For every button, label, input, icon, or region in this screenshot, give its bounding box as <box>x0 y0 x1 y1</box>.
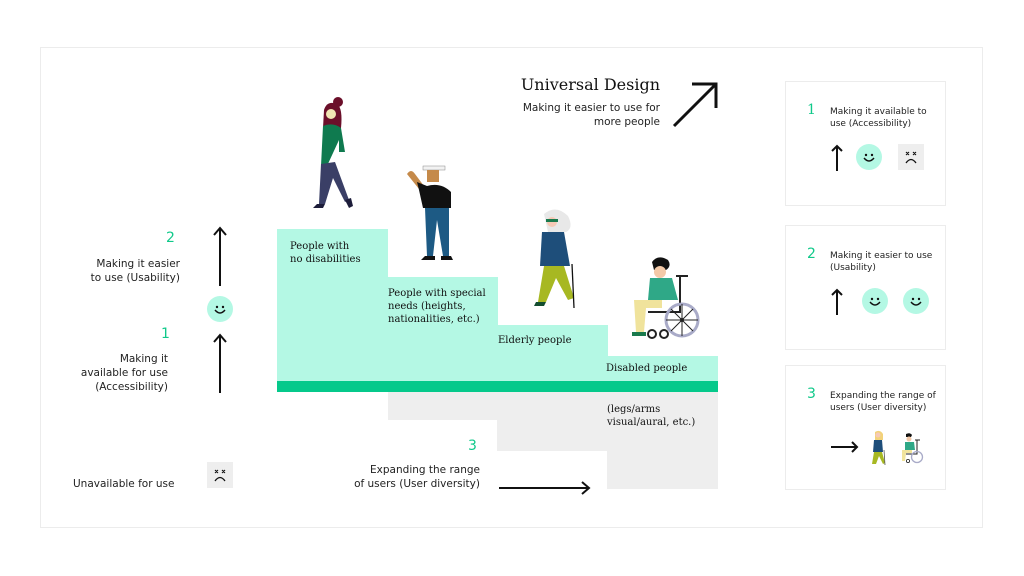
lower-note: (legs/arms visual/aural, etc.) <box>607 403 695 429</box>
level-1-line-2: available for use <box>80 367 168 379</box>
sad-face-icon <box>207 462 233 488</box>
elderly-woman-icon <box>872 430 886 466</box>
smiley-icon <box>862 288 888 314</box>
subtitle-line-1: Making it easier to use for <box>522 102 660 114</box>
wheelchair-user-icon <box>902 433 924 464</box>
diagram-title: Universal Design <box>520 75 660 94</box>
subtitle-line-2: more people <box>593 116 660 128</box>
sad-face-icon <box>898 144 924 170</box>
step-1-line-1: People with <box>290 241 350 252</box>
arrow-up-icon <box>831 288 843 315</box>
panel-2-line-1: Making it easier to use <box>830 251 933 261</box>
arrow-up-icon <box>831 144 843 171</box>
level-1-line-1: Making it <box>119 353 168 365</box>
step-2-line-2: needs (heights, <box>388 301 466 312</box>
step-2-line-3: nationalities, etc.) <box>388 314 480 325</box>
lower-note-line-2: visual/aural, etc.) <box>607 417 696 428</box>
step-3-label: Elderly people <box>498 335 572 346</box>
arrow-up-icon <box>213 333 227 393</box>
panel-3-line-1: Expanding the range of <box>830 391 936 401</box>
arrow-up-icon <box>213 226 227 286</box>
wheelchair-man-figure <box>632 257 700 339</box>
smiley-icon <box>207 296 233 322</box>
level-3-line-2: of users (User diversity) <box>354 478 480 490</box>
panel-1-number: 1 <box>807 102 816 118</box>
elderly-woman-figure <box>534 209 575 309</box>
panel-1-line-2: use (Accessibility) <box>830 119 912 129</box>
step-1-line-2: no disabilities <box>290 254 361 265</box>
lower-step-1 <box>388 392 498 420</box>
arrow-right-icon <box>831 441 859 453</box>
diagram-subtitle: Making it easier to use for more people <box>500 101 660 129</box>
walking-woman-figure <box>313 97 353 208</box>
arrow-up-right-icon <box>672 82 718 128</box>
level-2-line-2: to use (Usability) <box>90 272 180 284</box>
baseline-bar <box>277 381 718 392</box>
panel-3-number: 3 <box>807 386 816 402</box>
step-4-label: Disabled people <box>606 363 688 374</box>
side-panel-2: 2 Making it easier to use (Usability) <box>785 225 946 350</box>
lower-step-2 <box>497 392 608 451</box>
level-3-number: 3 <box>468 438 477 454</box>
level-2-number: 2 <box>166 230 175 246</box>
unavailable-label: Unavailable for use <box>73 478 175 490</box>
lower-note-line-1: (legs/arms <box>607 404 661 415</box>
level-1-line-3: (Accessibility) <box>95 381 168 393</box>
side-panel-3: 3 Expanding the range of users (User div… <box>785 365 946 490</box>
waving-man-figure <box>407 165 453 260</box>
panel-3-line-2: users (User diversity) <box>830 403 927 413</box>
smiley-icon <box>903 288 929 314</box>
side-panel-1: 1 Making it available to use (Accessibil… <box>785 81 946 206</box>
panel-2-label: Making it easier to use (Usability) <box>830 250 932 274</box>
arrow-right-icon <box>499 481 591 495</box>
level-3-line-1: Expanding the range <box>370 464 480 476</box>
panel-2-line-2: (Usability) <box>830 263 876 273</box>
step-2-line-1: People with special <box>388 288 486 299</box>
panel-3-label: Expanding the range of users (User diver… <box>830 390 936 414</box>
level-3-label: Expanding the range of users (User diver… <box>340 463 480 491</box>
level-1-label: Making it available for use (Accessibili… <box>60 352 168 394</box>
step-2-label: People with special needs (heights, nati… <box>388 287 486 326</box>
panel-1-label: Making it available to use (Accessibilit… <box>830 106 927 130</box>
level-1-number: 1 <box>161 326 170 342</box>
panel-2-number: 2 <box>807 246 816 262</box>
smiley-icon <box>856 144 882 170</box>
level-2-label: Making it easier to use (Usability) <box>70 257 180 285</box>
level-2-line-1: Making it easier <box>96 258 180 270</box>
panel-1-line-1: Making it available to <box>830 107 927 117</box>
step-1-label: People with no disabilities <box>290 240 361 266</box>
